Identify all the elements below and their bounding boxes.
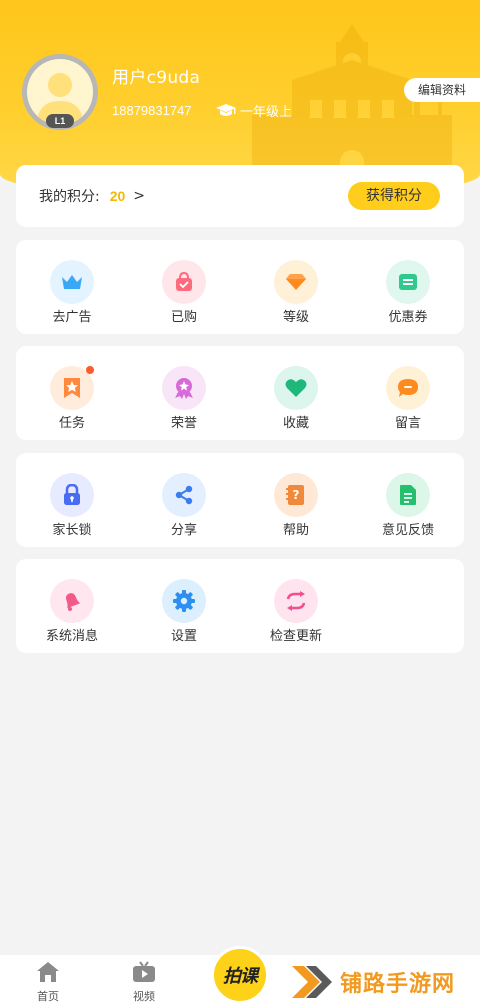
- menu-item-label: 留言: [394, 416, 421, 431]
- menu-item-label: 家长锁: [52, 523, 92, 538]
- diamond-icon: [274, 260, 318, 304]
- menu-item-label: 分享: [170, 523, 197, 538]
- menu-item-help[interactable]: ? 帮助: [240, 453, 352, 547]
- center-capture-label: 拍课: [223, 966, 258, 987]
- menu-item-label: 收藏: [282, 416, 309, 431]
- username: 用户c9uda: [112, 68, 201, 88]
- menu-item-purchased[interactable]: 已购: [128, 240, 240, 334]
- menu-item-tasks[interactable]: 任务: [16, 346, 128, 440]
- home-icon: [37, 962, 59, 982]
- grade-info: 一年级上: [216, 101, 292, 120]
- task-star-icon: [50, 366, 94, 410]
- watermark-text: 铺路手游网: [340, 972, 456, 997]
- menu-item-parent-lock[interactable]: 家长锁: [16, 453, 128, 547]
- nav-video-label: 视频: [133, 990, 155, 1003]
- grade-label: 一年级上: [240, 105, 293, 120]
- menu-item-label: 已购: [170, 310, 197, 325]
- nav-home-label: 首页: [37, 990, 59, 1003]
- menu-item-label: 设置: [170, 629, 197, 644]
- menu-item-check-update[interactable]: 检查更新: [240, 559, 352, 653]
- message-icon: [386, 366, 430, 410]
- menu-item-label: 任务: [58, 416, 85, 431]
- refresh-icon: [274, 579, 318, 623]
- phone-number: 18879831747: [112, 103, 192, 118]
- notification-dot: [86, 366, 94, 374]
- menu-item-settings[interactable]: 设置: [128, 559, 240, 653]
- menu-item-favorites[interactable]: 收藏: [240, 346, 352, 440]
- nav-home[interactable]: 首页: [13, 961, 83, 1004]
- menu-item-label: 去广告: [52, 310, 92, 325]
- menu-item-message[interactable]: 留言: [352, 346, 464, 440]
- bell-icon: [50, 579, 94, 623]
- tv-icon: [133, 961, 155, 982]
- earn-points-button[interactable]: 获得积分: [348, 182, 440, 210]
- nav-video[interactable]: 视频: [109, 961, 179, 1004]
- lock-icon: [50, 473, 94, 517]
- medal-icon: [162, 366, 206, 410]
- grid-card-4: 系统消息 设置 检查更新: [16, 559, 464, 653]
- shopping-bag-icon: [162, 260, 206, 304]
- menu-item-system-messages[interactable]: 系统消息: [16, 559, 128, 653]
- menu-item-coupon[interactable]: 优惠券: [352, 240, 464, 334]
- crown-icon: [50, 260, 94, 304]
- menu-item-feedback[interactable]: 意见反馈: [352, 453, 464, 547]
- menu-item-level[interactable]: 等级: [240, 240, 352, 334]
- svg-text:?: ?: [293, 488, 300, 502]
- share-icon: [162, 473, 206, 517]
- edit-profile-button[interactable]: 编辑资料: [404, 78, 480, 102]
- menu-item-label: 帮助: [282, 523, 309, 538]
- chevron-right-icon: >: [133, 188, 146, 204]
- menu-item-label: 荣誉: [170, 416, 197, 431]
- menu-item-label: 系统消息: [45, 629, 98, 644]
- menu-item-label: 检查更新: [269, 629, 322, 644]
- menu-item-label: 优惠券: [388, 310, 428, 325]
- feedback-icon: [386, 473, 430, 517]
- grid-card-2: 任务 荣誉 收藏 留言: [16, 346, 464, 440]
- center-capture-button[interactable]: 拍课: [211, 946, 269, 1004]
- heart-icon: [274, 366, 318, 410]
- coupon-icon: [386, 260, 430, 304]
- menu-item-label: 等级: [282, 310, 309, 325]
- level-badge: L1: [46, 114, 74, 128]
- points-label: 我的积分:: [39, 189, 100, 205]
- menu-item-label: 意见反馈: [381, 523, 434, 538]
- points-value: 20: [109, 188, 126, 204]
- grid-card-1: 去广告 已购 等级 优惠券: [16, 240, 464, 334]
- watermark-logo-icon: [292, 966, 332, 998]
- graduation-cap-icon: [216, 103, 236, 116]
- menu-item-remove-ads[interactable]: 去广告: [16, 240, 128, 334]
- menu-item-honor[interactable]: 荣誉: [128, 346, 240, 440]
- gear-icon: [162, 579, 206, 623]
- help-icon: ?: [274, 473, 318, 517]
- points-card[interactable]: 我的积分: 20 > 获得积分: [16, 165, 464, 227]
- watermark: 铺路手游网: [290, 960, 455, 1004]
- grid-card-3: 家长锁 分享 ? 帮助 意见反馈: [16, 453, 464, 547]
- menu-item-share[interactable]: 分享: [128, 453, 240, 547]
